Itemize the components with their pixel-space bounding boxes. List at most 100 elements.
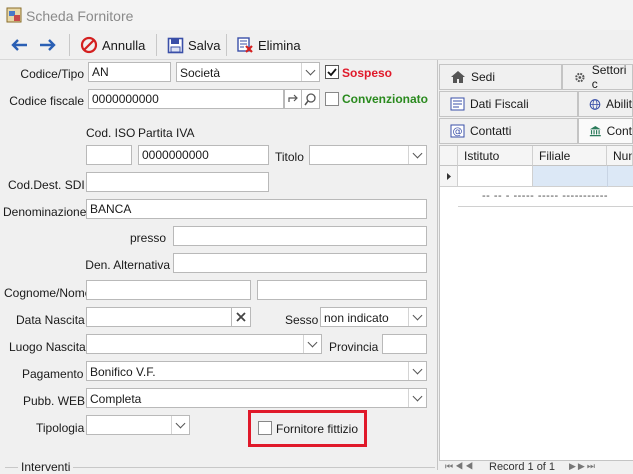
cod-iso-input[interactable]: [86, 145, 132, 165]
tab-contatti[interactable]: @ Contatti: [439, 118, 578, 144]
forward-button[interactable]: [38, 34, 58, 56]
convenzionato-label: Convenzionato: [342, 92, 428, 106]
tab-sedi[interactable]: Sedi: [439, 64, 562, 90]
sesso-select[interactable]: non indicato: [320, 307, 427, 327]
gear-icon: [575, 72, 585, 82]
column-header-num[interactable]: Num: [607, 146, 633, 166]
convenzionato-checkbox[interactable]: [325, 92, 339, 106]
column-header-filiale[interactable]: Filiale: [533, 146, 607, 166]
tipo-value: Società: [180, 66, 221, 80]
globe-icon: [589, 98, 601, 110]
pubb-web-select[interactable]: Completa: [86, 388, 427, 408]
tab-cont[interactable]: Cont: [578, 118, 633, 144]
cod-dest-sdi-input[interactable]: [86, 172, 269, 192]
grid-corner: [440, 146, 458, 166]
sospeso-label: Sospeso: [342, 66, 393, 80]
grid-pager: ⏮◀◀ Record 1 of 1 ▶▶⏭: [439, 460, 633, 470]
denominazione-label: Denominazione: [3, 205, 87, 219]
tab-settori[interactable]: Settori c: [562, 63, 633, 91]
panel-divider: [437, 60, 438, 470]
pubb-web-value: Completa: [90, 392, 142, 406]
tipologia-select[interactable]: [86, 415, 190, 435]
codice-input[interactable]: AN: [88, 62, 171, 82]
cancel-icon: [80, 36, 98, 54]
delete-icon: [237, 37, 253, 53]
codice-fiscale-input[interactable]: 0000000000: [88, 89, 284, 109]
pagamento-select[interactable]: Bonifico V.F.: [86, 361, 427, 381]
salva-button[interactable]: Salva: [167, 34, 221, 56]
close-icon: [236, 312, 246, 322]
save-icon: [167, 37, 184, 53]
chevron-down-icon[interactable]: [301, 63, 319, 81]
chevron-down-icon[interactable]: [408, 362, 426, 380]
arrow-right-icon: [40, 39, 56, 51]
cognome-nome-label: Cognome/Nome: [4, 286, 92, 300]
partita-iva-label: Partita IVA: [138, 126, 195, 140]
chevron-down-icon[interactable]: [408, 146, 426, 164]
grid-cell-divider: [607, 166, 608, 187]
arrow-left-icon: [11, 39, 27, 51]
luogo-nascita-select[interactable]: [86, 334, 322, 354]
back-button[interactable]: [9, 34, 29, 56]
chevron-down-icon[interactable]: [303, 335, 321, 353]
tab-abilit[interactable]: Abilit: [578, 91, 633, 117]
chevron-down-icon[interactable]: [408, 308, 426, 326]
data-nascita-clear-button[interactable]: [231, 307, 251, 327]
pubb-web-label: Pubb. WEB: [23, 394, 86, 408]
codice-fiscale-label: Codice fiscale: [9, 94, 84, 108]
titolo-select[interactable]: [309, 145, 427, 165]
chevron-down-icon[interactable]: [408, 389, 426, 407]
sesso-label: Sesso: [285, 313, 319, 327]
tipologia-label: Tipologia: [36, 421, 85, 435]
fornitore-fittizio-label: Fornitore fittizio: [276, 422, 359, 436]
chevron-down-icon[interactable]: [171, 416, 189, 434]
nome-input[interactable]: [257, 280, 427, 300]
codice-fiscale-search-button[interactable]: [301, 89, 320, 109]
annulla-button[interactable]: Annulla: [80, 34, 145, 56]
provincia-input[interactable]: [382, 334, 427, 354]
annulla-label: Annulla: [102, 37, 146, 53]
pager-first-prev-icon[interactable]: ⏮◀◀: [445, 461, 475, 470]
tab-dati-fiscali[interactable]: Dati Fiscali: [439, 91, 578, 117]
grid-cell[interactable]: [458, 166, 533, 187]
caret-right-icon: [447, 173, 451, 180]
app-icon: [6, 7, 22, 23]
fornitore-fittizio-checkbox[interactable]: [258, 421, 272, 435]
codice-fiscale-calc-button[interactable]: [284, 89, 302, 109]
cognome-input[interactable]: [86, 280, 251, 300]
grid-cell-selected[interactable]: [533, 166, 633, 187]
sospeso-checkbox[interactable]: [325, 65, 339, 79]
document-icon: [450, 97, 465, 111]
column-header-istituto[interactable]: Istituto: [458, 146, 533, 166]
den-alternativa-input[interactable]: [173, 253, 427, 273]
elimina-label: Elimina: [258, 37, 301, 53]
presso-input[interactable]: [173, 226, 427, 246]
sesso-value: non indicato: [324, 311, 389, 325]
check-icon: [327, 68, 337, 77]
bank-icon: [589, 125, 601, 137]
cod-iso-label: Cod. ISO: [86, 126, 136, 140]
pagamento-label: Pagamento: [22, 367, 84, 381]
partita-iva-input[interactable]: 0000000000: [138, 145, 269, 165]
denominazione-input[interactable]: BANCA: [86, 199, 427, 219]
cod-dest-sdi-label: Cod.Dest. SDI: [8, 178, 85, 192]
tipo-select[interactable]: Società: [176, 62, 320, 82]
titolo-label: Titolo: [275, 150, 304, 164]
data-nascita-input[interactable]: [86, 307, 232, 327]
den-alternativa-label: Den. Alternativa: [85, 258, 170, 272]
elimina-button[interactable]: Elimina: [236, 34, 301, 56]
toolbar-separator: [69, 34, 70, 56]
search-icon: [304, 93, 316, 106]
interventi-label: Interventi: [18, 460, 74, 474]
codice-tipo-label: Codice/Tipo: [20, 67, 84, 81]
pagamento-value: Bonifico V.F.: [90, 365, 156, 379]
toolbar-separator: [226, 34, 227, 56]
svg-text:@: @: [453, 127, 463, 138]
pager-text: Record 1 of 1: [489, 461, 556, 470]
row-indicator[interactable]: [440, 166, 458, 187]
luogo-nascita-label: Luogo Nascita: [9, 340, 86, 354]
home-icon: [451, 71, 465, 83]
presso-label: presso: [129, 231, 166, 245]
pager-next-last-icon[interactable]: ▶▶⏭: [569, 461, 597, 470]
window-title: Scheda Fornitore: [26, 8, 134, 24]
